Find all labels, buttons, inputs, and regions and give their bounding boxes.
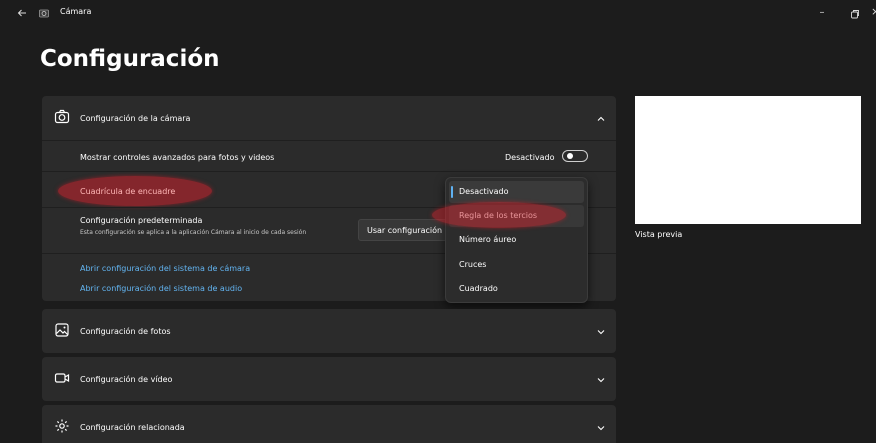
grid-option-label: Cuadrado	[459, 284, 498, 293]
grid-option-label: Cruces	[459, 260, 487, 269]
camera-app: Cámara – × Configuración Configuración d…	[0, 0, 876, 443]
grid-option-square[interactable]: Cuadrado	[449, 278, 584, 300]
minimize-icon: –	[819, 7, 825, 18]
grid-option-golden-ratio[interactable]: Número áureo	[449, 229, 584, 251]
selection-indicator	[451, 186, 453, 198]
grid-option-off[interactable]: Desactivado	[449, 181, 584, 203]
default-settings-label: Configuración predeterminada	[80, 216, 203, 225]
grid-dropdown: Desactivado Regla de los tercios Número …	[445, 177, 588, 303]
divider	[42, 140, 616, 141]
use-default-settings-button[interactable]: Usar configuración predeterminada	[358, 219, 454, 241]
chevron-down-icon[interactable]	[596, 375, 606, 385]
chevron-down-icon[interactable]	[596, 327, 606, 337]
grid-option-crosshairs[interactable]: Cruces	[449, 254, 584, 276]
use-default-settings-label: Usar configuración predeterminada	[367, 226, 453, 235]
back-button[interactable]	[14, 6, 30, 22]
annotation-highlight	[432, 202, 566, 228]
camera-icon	[54, 109, 70, 124]
advanced-controls-label: Mostrar controles avanzados para fotos y…	[80, 153, 275, 162]
video-icon	[54, 373, 70, 383]
camera-system-settings-link[interactable]: Abrir configuración del sistema de cámar…	[80, 264, 250, 273]
maximize-button[interactable]	[848, 6, 862, 20]
gear-icon	[55, 419, 69, 433]
window: Cámara – × Configuración Configuración d…	[0, 0, 884, 443]
advanced-controls-toggle[interactable]	[562, 150, 588, 162]
advanced-controls-state: Desactivado	[505, 153, 555, 162]
grid-option-label: Desactivado	[459, 187, 509, 196]
title-bar: Cámara – ×	[0, 0, 876, 28]
photo-icon	[55, 323, 69, 337]
camera-app-icon	[39, 9, 49, 18]
minimize-button[interactable]: –	[815, 6, 829, 20]
close-icon: ×	[871, 5, 876, 18]
grid-option-label: Número áureo	[459, 235, 517, 244]
chevron-down-icon[interactable]	[596, 423, 606, 433]
close-button[interactable]: ×	[871, 5, 876, 18]
chevron-up-icon[interactable]	[596, 114, 606, 124]
video-settings-card[interactable]: Configuración de vídeo	[42, 357, 616, 401]
related-settings-title: Configuración relacionada	[80, 423, 185, 432]
window-title: Cámara	[60, 7, 92, 16]
camera-settings-title: Configuración de la cámara	[80, 114, 191, 123]
toggle-knob	[567, 153, 573, 159]
photo-settings-title: Configuración de fotos	[80, 327, 171, 336]
grid-label: Cuadrícula de encuadre	[80, 187, 176, 196]
back-arrow-icon	[17, 9, 26, 17]
preview-label: Vista previa	[635, 230, 683, 239]
related-settings-card[interactable]: Configuración relacionada	[42, 405, 616, 443]
camera-preview	[635, 96, 861, 224]
page-title: Configuración	[40, 46, 220, 72]
restore-icon	[851, 10, 859, 19]
divider	[42, 171, 616, 172]
camera-settings-header[interactable]: Configuración de la cámara	[42, 96, 616, 140]
default-settings-description: Esta configuración se aplica a la aplica…	[80, 229, 307, 236]
audio-system-settings-link[interactable]: Abrir configuración del sistema de audio	[80, 284, 242, 293]
video-settings-title: Configuración de vídeo	[80, 375, 173, 384]
photo-settings-card[interactable]: Configuración de fotos	[42, 309, 616, 353]
